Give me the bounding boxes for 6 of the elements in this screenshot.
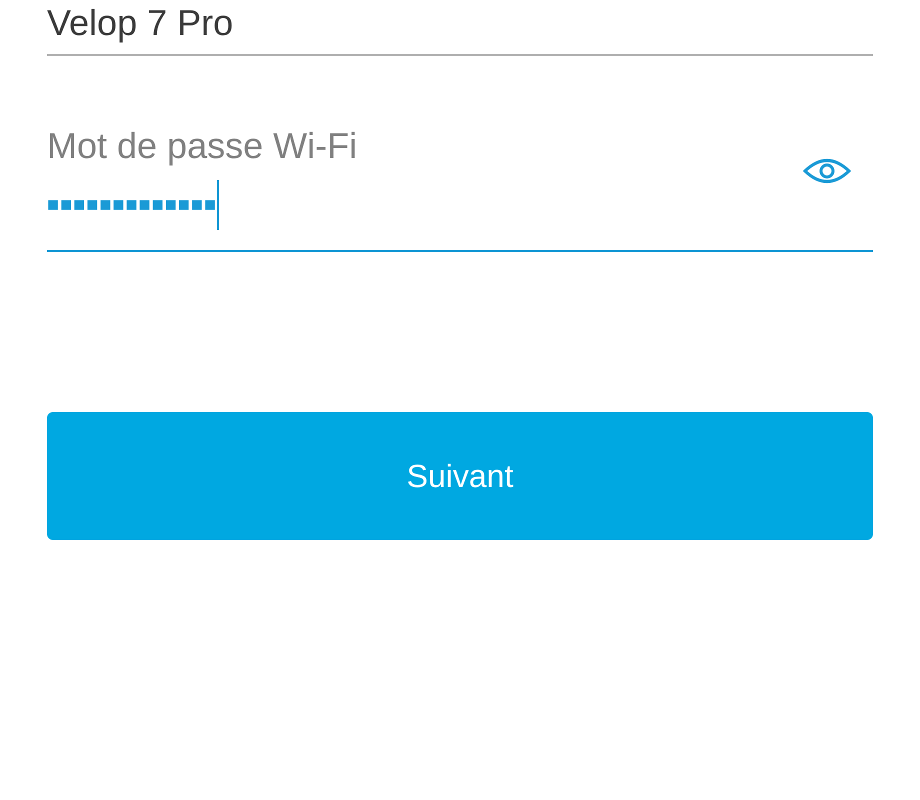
network-name-field[interactable]: Velop 7 Pro <box>47 0 873 56</box>
password-field[interactable]: Mot de passe Wi-Fi ■■■■■■■■■■■■■ <box>47 128 873 252</box>
eye-icon[interactable] <box>803 156 851 186</box>
next-button[interactable]: Suivant <box>47 412 873 540</box>
text-cursor <box>217 180 220 230</box>
password-value: ■■■■■■■■■■■■■ <box>47 195 218 215</box>
